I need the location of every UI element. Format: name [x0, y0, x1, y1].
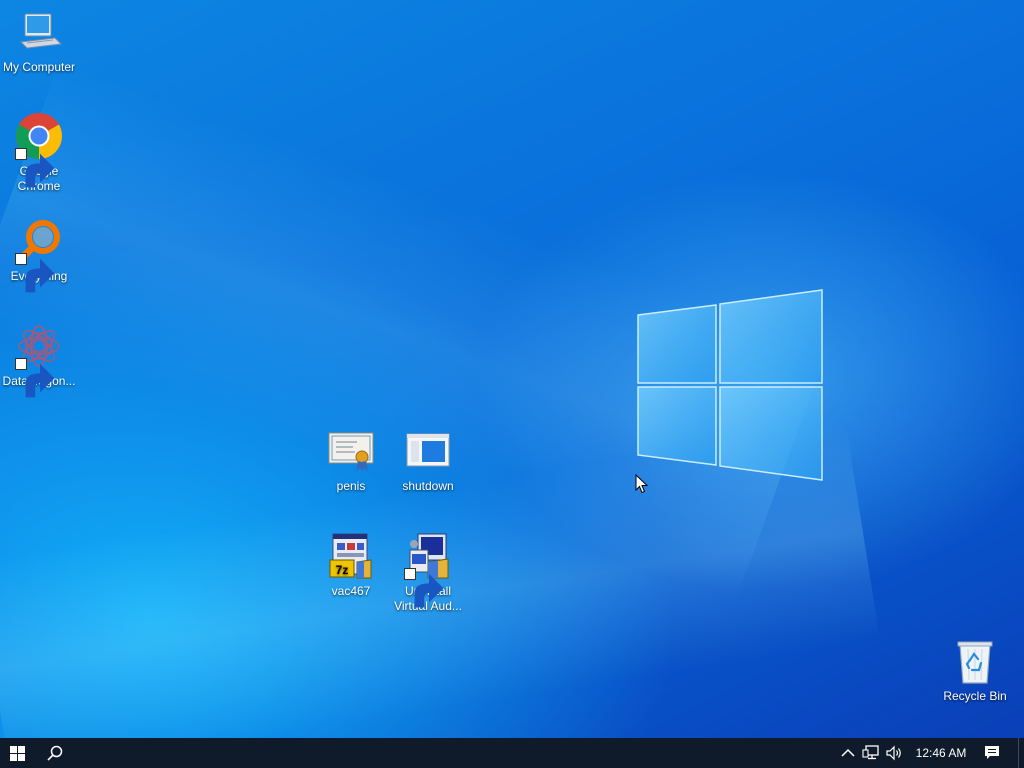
desktop-icon-label: shutdown — [402, 479, 454, 493]
7z-installer-icon: 7z — [327, 532, 375, 580]
notification-icon — [985, 746, 999, 759]
chevron-up-icon — [841, 748, 855, 757]
chrome-icon — [15, 112, 63, 188]
start-button[interactable] — [0, 738, 36, 768]
show-desktop-button[interactable] — [1018, 738, 1024, 768]
search-magnifier-icon — [15, 217, 63, 293]
desktop-icon-uninstall-virtual-audio[interactable]: Uninstall Virtual Aud... — [390, 532, 466, 614]
search-icon — [47, 745, 63, 761]
shortcut-arrow-icon — [15, 253, 55, 293]
uninstall-installer-icon — [404, 532, 452, 608]
mouse-pointer-icon — [635, 474, 649, 494]
windows-start-icon — [10, 746, 25, 761]
recycle-bin-icon — [951, 637, 999, 685]
desktop[interactable]: My Computer Google Chrome — [0, 0, 1024, 738]
desktop-icon-label: Recycle Bin — [943, 689, 1007, 703]
desktop-icon-google-chrome[interactable]: Google Chrome — [1, 112, 77, 194]
network-tray-button[interactable] — [862, 738, 884, 768]
desktop-icon-penis[interactable]: penis — [313, 427, 389, 494]
desktop-icon-label: penis — [336, 479, 366, 493]
taskbar-search-button[interactable] — [40, 738, 70, 768]
volume-icon — [886, 745, 901, 761]
desktop-icon-shutdown[interactable]: shutdown — [390, 427, 466, 494]
shortcut-arrow-icon — [15, 148, 55, 188]
desktop-icon-recycle-bin[interactable]: Recycle Bin — [937, 637, 1013, 704]
desktop-icon-vac467[interactable]: 7z vac467 — [313, 532, 389, 599]
svg-text:7z: 7z — [336, 563, 349, 577]
action-center-button[interactable] — [978, 738, 1006, 768]
desktop-icon-datawagon[interactable]: DataWagon... — [1, 322, 77, 398]
windows-logo-wallpaper — [637, 289, 823, 481]
shortcut-arrow-icon — [404, 568, 444, 608]
computer-icon — [15, 8, 63, 56]
desktop-icon-label: vac467 — [331, 584, 371, 598]
volume-tray-button[interactable] — [886, 738, 908, 768]
shortcut-arrow-icon — [15, 358, 55, 398]
desktop-icon-label: My Computer — [2, 60, 76, 74]
taskbar: 12:46 AM — [0, 738, 1024, 768]
show-hidden-icons-button[interactable] — [840, 738, 858, 768]
window-app-icon — [404, 427, 452, 475]
certificate-icon — [327, 427, 375, 475]
network-icon — [862, 745, 879, 760]
taskbar-clock[interactable]: 12:46 AM — [912, 738, 970, 768]
desktop-icon-my-computer[interactable]: My Computer — [1, 8, 77, 75]
datawagon-icon — [15, 322, 63, 398]
desktop-icon-everything[interactable]: Everything — [1, 217, 77, 293]
